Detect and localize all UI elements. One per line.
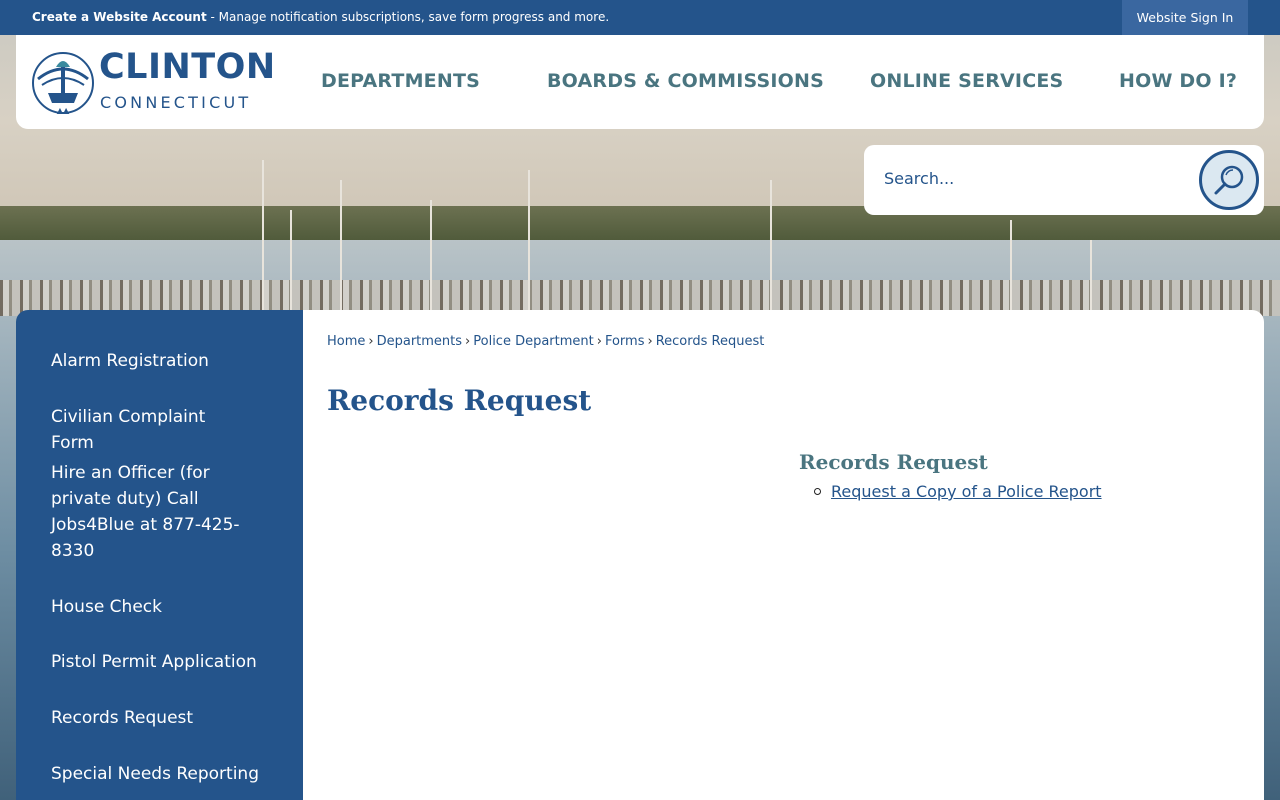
site-logo-subtitle: CONNECTICUT	[100, 93, 252, 112]
site-logo-title[interactable]: CLINTON	[99, 47, 276, 87]
website-sign-in-button[interactable]: Website Sign In	[1122, 0, 1248, 35]
create-account-description: - Manage notification subscriptions, sav…	[206, 10, 610, 24]
site-header: ▲▲ CLINTON CONNECTICUT DEPARTMENTS BOARD…	[16, 35, 1264, 129]
breadcrumb-separator: ›	[596, 334, 602, 349]
town-seal-icon[interactable]: ▲▲	[28, 49, 98, 117]
sidebar-item-pistol-permit-application[interactable]: Pistol Permit Application	[51, 649, 281, 675]
top-utility-bar: Create a Website Account - Manage notifi…	[0, 0, 1280, 35]
sidebar-item-special-needs-reporting[interactable]: Special Needs Reporting	[51, 761, 281, 787]
search-box	[864, 145, 1264, 215]
create-account-label: Create a Website Account	[32, 10, 207, 24]
sidebar-nav: Alarm Registration Civilian Complaint Fo…	[16, 310, 303, 800]
search-input[interactable]	[884, 169, 1184, 188]
search-button[interactable]	[1199, 150, 1259, 210]
sidebar-item-alarm-registration[interactable]: Alarm Registration	[51, 348, 251, 374]
breadcrumb-separator: ›	[647, 334, 653, 349]
main-content: Home › Departments › Police Department › Forms…	[303, 310, 1264, 800]
breadcrumb-current: Records Request	[655, 334, 765, 349]
breadcrumb-departments[interactable]: Departments	[377, 334, 462, 349]
nav-how-do-i[interactable]: HOW DO I?	[1119, 70, 1237, 92]
sidebar-item-civilian-complaint-form[interactable]: Civilian Complaint Form	[51, 404, 251, 456]
nav-online-services[interactable]: ONLINE SERVICES	[870, 70, 1063, 92]
breadcrumb-police-department[interactable]: Police Department	[473, 334, 594, 349]
sidebar-item-hire-an-officer[interactable]: Hire an Officer (for private duty) Call …	[51, 460, 251, 564]
breadcrumb-separator: ›	[368, 334, 374, 349]
request-police-report-link[interactable]: Request a Copy of a Police Report	[831, 482, 1102, 501]
breadcrumb: Home › Departments › Police Department › Forms…	[327, 334, 764, 349]
create-account-link[interactable]: Create a Website Account - Manage notifi…	[32, 10, 609, 24]
sidebar-item-records-request[interactable]: Records Request	[51, 705, 251, 731]
list-bullet	[814, 488, 821, 495]
sidebar-item-house-check[interactable]: House Check	[51, 594, 251, 620]
svg-text:▲▲: ▲▲	[57, 106, 70, 115]
page-title: Records Request	[327, 384, 592, 417]
magnifier-icon	[1214, 165, 1244, 195]
nav-departments[interactable]: DEPARTMENTS	[321, 70, 480, 92]
nav-boards-commissions[interactable]: BOARDS & COMMISSIONS	[547, 70, 824, 92]
breadcrumb-separator: ›	[465, 334, 471, 349]
section-title: Records Request	[799, 450, 988, 474]
breadcrumb-home[interactable]: Home	[327, 334, 365, 349]
breadcrumb-forms[interactable]: Forms	[605, 334, 645, 349]
